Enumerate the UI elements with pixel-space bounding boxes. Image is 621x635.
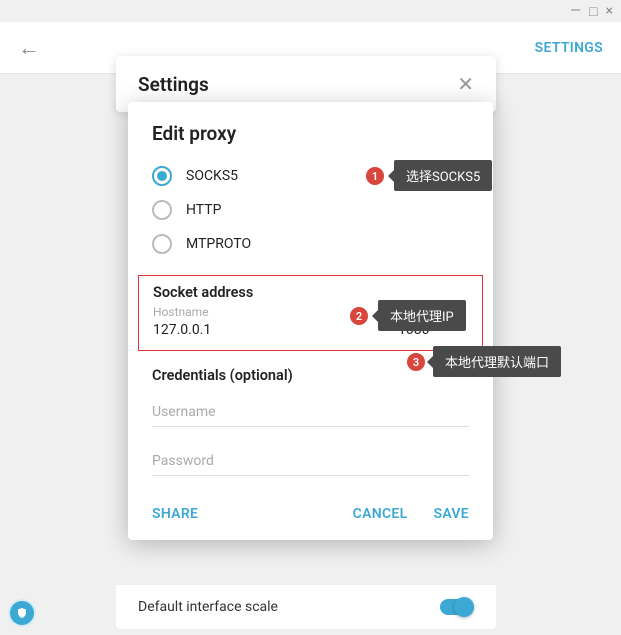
- window-maximize-icon[interactable]: □: [589, 3, 597, 20]
- radio-mtproto[interactable]: MTPROTO: [152, 227, 469, 261]
- window-close-icon[interactable]: ×: [606, 3, 613, 19]
- window-titlebar: — □ ×: [0, 0, 621, 22]
- radio-label: MTPROTO: [186, 236, 251, 252]
- default-scale-label: Default interface scale: [138, 599, 278, 615]
- annotation-badge-2: 2: [350, 307, 368, 325]
- radio-label: HTTP: [186, 202, 221, 218]
- annotation-badge-3: 3: [407, 353, 425, 371]
- settings-title: Settings: [138, 73, 209, 96]
- password-input[interactable]: [152, 447, 469, 476]
- dialog-actions: SHARE CANCEL SAVE: [128, 496, 493, 528]
- close-icon[interactable]: ✕: [457, 72, 474, 96]
- cancel-button[interactable]: CANCEL: [353, 506, 408, 522]
- username-input[interactable]: [152, 398, 469, 427]
- credentials-title: Credentials (optional): [152, 367, 469, 384]
- hostname-label: Hostname: [153, 305, 374, 319]
- back-arrow-icon[interactable]: ←: [18, 35, 40, 61]
- radio-icon: [152, 166, 172, 186]
- save-button[interactable]: SAVE: [433, 506, 469, 522]
- radio-icon: [152, 200, 172, 220]
- annotation-label-3: 本地代理默认端口: [433, 346, 561, 377]
- default-scale-toggle[interactable]: [440, 599, 474, 615]
- socket-address-title: Socket address: [153, 284, 468, 301]
- hostname-field: Hostname: [153, 305, 374, 340]
- shield-badge-icon: [10, 601, 34, 625]
- radio-http[interactable]: HTTP: [152, 193, 469, 227]
- credentials-section: Credentials (optional): [128, 361, 493, 496]
- default-scale-row: Default interface scale: [116, 585, 496, 629]
- annotation-label-2: 本地代理IP: [378, 300, 466, 331]
- dialog-title: Edit proxy: [128, 102, 493, 159]
- hostname-input[interactable]: [153, 320, 374, 340]
- radio-label: SOCKS5: [186, 168, 238, 184]
- share-button[interactable]: SHARE: [152, 506, 198, 522]
- settings-link[interactable]: SETTINGS: [535, 40, 603, 56]
- radio-icon: [152, 234, 172, 254]
- window-minimize-icon[interactable]: —: [570, 3, 581, 19]
- annotation-badge-1: 1: [366, 167, 384, 185]
- annotation-label-1: 选择SOCKS5: [394, 160, 492, 191]
